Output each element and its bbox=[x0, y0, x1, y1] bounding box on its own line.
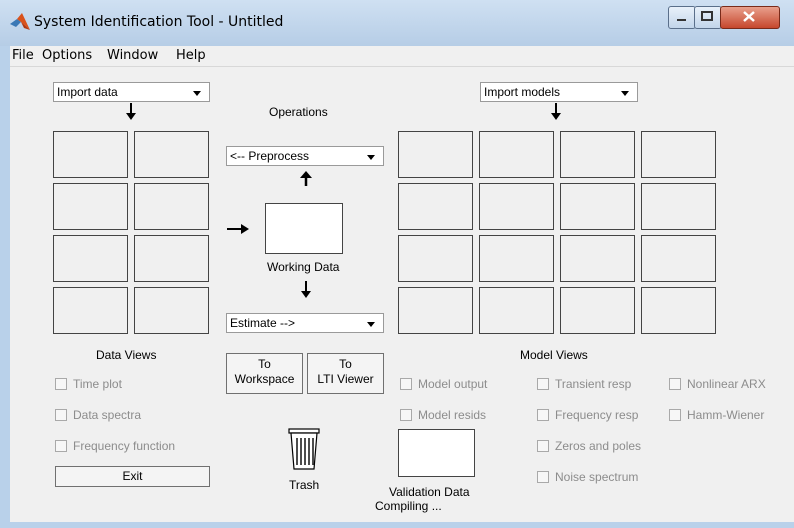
trash-label: Trash bbox=[289, 478, 320, 492]
menu-help[interactable]: Help bbox=[176, 48, 206, 63]
model-views-label: Model Views bbox=[520, 348, 588, 362]
data-cell[interactable] bbox=[53, 287, 128, 334]
model-cell[interactable] bbox=[560, 183, 635, 230]
model-cell[interactable] bbox=[398, 287, 473, 334]
estimate-dropdown[interactable]: Estimate --> bbox=[226, 313, 384, 333]
chevron-down-icon bbox=[367, 155, 375, 160]
maximize-icon bbox=[701, 11, 713, 21]
menu-window[interactable]: Window bbox=[107, 48, 158, 63]
checkbox-box bbox=[55, 378, 67, 390]
window-title: System Identification Tool - Untitled bbox=[34, 14, 284, 30]
to-workspace-button[interactable]: To Workspace bbox=[226, 353, 303, 394]
chevron-down-icon bbox=[621, 91, 629, 96]
checkbox-box bbox=[400, 409, 412, 421]
model-cell[interactable] bbox=[398, 131, 473, 178]
to-lti-viewer-line2: LTI Viewer bbox=[317, 372, 374, 386]
chevron-down-icon bbox=[367, 322, 375, 327]
checkbox-label: Time plot bbox=[73, 377, 122, 391]
import-data-label: Import data bbox=[57, 85, 118, 99]
model-cell[interactable] bbox=[560, 235, 635, 282]
model-cell[interactable] bbox=[560, 287, 635, 334]
checkbox-label: Frequency resp bbox=[555, 408, 639, 422]
model-cell[interactable] bbox=[641, 235, 716, 282]
data-cell[interactable] bbox=[134, 235, 209, 282]
checkbox-box bbox=[537, 440, 549, 452]
arrow-down-icon bbox=[301, 281, 311, 298]
arrow-down-icon bbox=[126, 103, 136, 120]
model-cell[interactable] bbox=[641, 183, 716, 230]
to-workspace-line2: Workspace bbox=[234, 372, 295, 386]
validation-data-box[interactable] bbox=[398, 429, 475, 477]
data-cell[interactable] bbox=[53, 183, 128, 230]
model-cell[interactable] bbox=[398, 235, 473, 282]
checkbox-label: Transient resp bbox=[555, 377, 632, 391]
working-data-box[interactable] bbox=[265, 203, 343, 254]
preprocess-label: <-- Preprocess bbox=[230, 149, 310, 163]
data-cell[interactable] bbox=[134, 131, 209, 178]
maximize-button[interactable] bbox=[694, 6, 722, 29]
data-cell[interactable] bbox=[134, 183, 209, 230]
data-cell[interactable] bbox=[53, 131, 128, 178]
model-cell[interactable] bbox=[479, 287, 554, 334]
checkbox-box bbox=[537, 471, 549, 483]
menu-bar: File Options Window Help bbox=[10, 46, 794, 67]
minimize-button[interactable] bbox=[668, 6, 696, 29]
checkbox-box bbox=[669, 409, 681, 421]
arrow-right-icon bbox=[227, 224, 249, 234]
import-models-label: Import models bbox=[484, 85, 561, 99]
main-panel: Import data Data Views Time plot Data sp… bbox=[10, 67, 794, 522]
data-cell[interactable] bbox=[53, 235, 128, 282]
checkbox-box bbox=[537, 378, 549, 390]
to-lti-viewer-button[interactable]: To LTI Viewer bbox=[307, 353, 384, 394]
preprocess-dropdown[interactable]: <-- Preprocess bbox=[226, 146, 384, 166]
model-cell[interactable] bbox=[641, 287, 716, 334]
title-bar[interactable]: System Identification Tool - Untitled bbox=[0, 0, 794, 46]
model-cell[interactable] bbox=[560, 131, 635, 178]
estimate-label: Estimate --> bbox=[230, 316, 296, 330]
checkbox-label: Zeros and poles bbox=[555, 439, 642, 453]
checkbox-box bbox=[400, 378, 412, 390]
model-cell[interactable] bbox=[479, 235, 554, 282]
model-cell[interactable] bbox=[398, 183, 473, 230]
checkbox-label: Data spectra bbox=[73, 408, 142, 422]
model-cell[interactable] bbox=[641, 131, 716, 178]
import-models-dropdown[interactable]: Import models bbox=[480, 82, 638, 102]
checkbox-box bbox=[55, 409, 67, 421]
minimize-icon bbox=[677, 19, 686, 21]
checkbox-label: Frequency function bbox=[73, 439, 176, 453]
checkbox-box bbox=[55, 440, 67, 452]
checkbox-box bbox=[537, 409, 549, 421]
close-icon bbox=[743, 11, 755, 22]
data-views-label: Data Views bbox=[96, 348, 157, 362]
checkbox-label: Model output bbox=[418, 377, 488, 391]
operations-label: Operations bbox=[269, 105, 328, 119]
arrow-down-icon bbox=[551, 103, 561, 120]
chevron-down-icon bbox=[193, 91, 201, 96]
to-workspace-line1: To bbox=[258, 357, 271, 371]
checkbox-box bbox=[669, 378, 681, 390]
menu-file[interactable]: File bbox=[12, 48, 34, 63]
checkbox-label: Model resids bbox=[418, 408, 487, 422]
status-text: Compiling ... bbox=[375, 499, 442, 513]
to-lti-viewer-line1: To bbox=[339, 357, 352, 371]
menu-options[interactable]: Options bbox=[42, 48, 92, 63]
working-data-label: Working Data bbox=[267, 260, 340, 274]
close-button[interactable] bbox=[720, 6, 780, 29]
model-cell[interactable] bbox=[479, 183, 554, 230]
matlab-logo-icon bbox=[10, 13, 30, 30]
arrow-up-icon bbox=[300, 171, 312, 186]
checkbox-label: Hamm-Wiener bbox=[687, 408, 765, 422]
checkbox-label: Noise spectrum bbox=[555, 470, 639, 484]
validation-data-label: Validation Data bbox=[389, 485, 470, 499]
trash-icon[interactable] bbox=[286, 426, 322, 472]
app-window: System Identification Tool - Untitled Fi… bbox=[0, 0, 794, 528]
import-data-dropdown[interactable]: Import data bbox=[53, 82, 210, 102]
data-cell[interactable] bbox=[134, 287, 209, 334]
model-cell[interactable] bbox=[479, 131, 554, 178]
checkbox-label: Nonlinear ARX bbox=[687, 377, 766, 391]
exit-button[interactable]: Exit bbox=[55, 466, 210, 487]
